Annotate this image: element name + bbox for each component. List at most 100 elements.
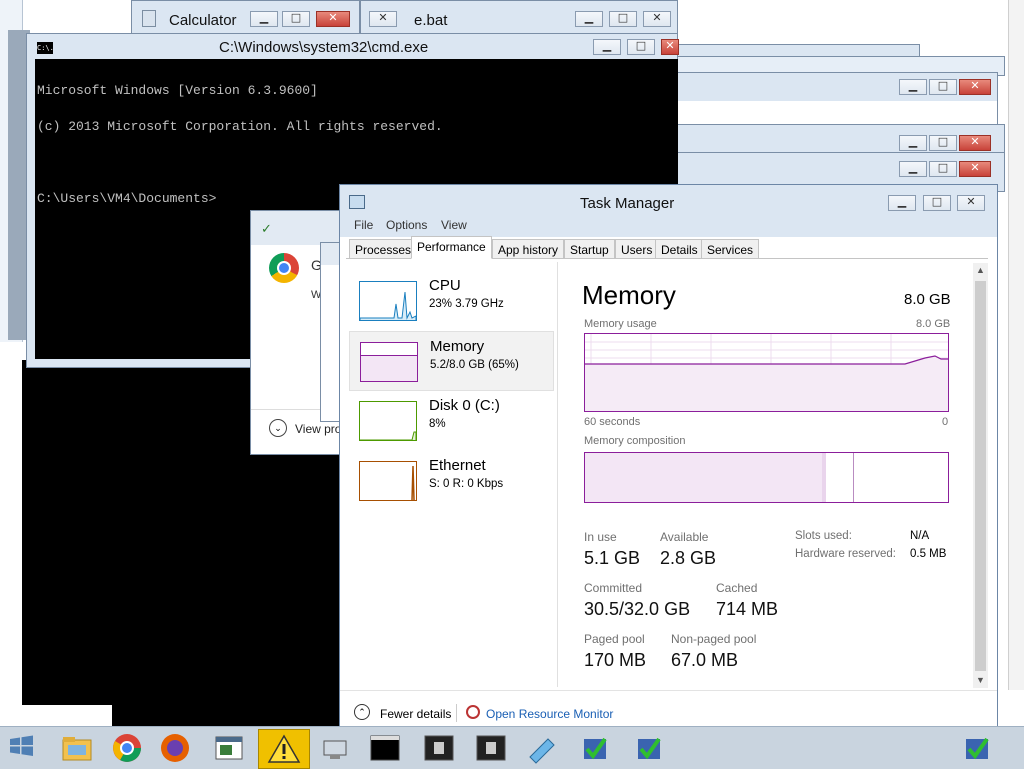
- tab-performance[interactable]: Performance: [411, 236, 492, 259]
- bat-icon: ✕: [369, 11, 397, 27]
- fewer-details-icon[interactable]: ⌃: [354, 704, 370, 720]
- stacked4-maximize-button[interactable]: □: [929, 135, 957, 151]
- app-window-icon[interactable]: [212, 731, 246, 765]
- calculator-window[interactable]: Calculator ▁ □ ✕: [131, 0, 360, 36]
- stacked-window-3[interactable]: ▁ □ ✕: [660, 72, 998, 128]
- cmd-window-icon: C:\.: [37, 42, 54, 54]
- resource-monitor-icon: [466, 705, 480, 719]
- tab-processes[interactable]: Processes: [349, 239, 418, 259]
- footer-separator: [456, 704, 457, 722]
- cmd-line-3: [37, 157, 443, 169]
- cmd-line-1: Microsoft Windows [Version 6.3.9600]: [37, 83, 318, 98]
- stacked5-close-button[interactable]: ✕: [959, 161, 991, 177]
- scroll-down-arrow[interactable]: ▼: [976, 675, 985, 685]
- composition-standby: [826, 453, 854, 502]
- taskbar: [0, 726, 1024, 769]
- cmd-close-button[interactable]: ✕: [661, 39, 679, 55]
- stacked4-minimize-button[interactable]: ▁: [899, 135, 927, 151]
- tab-app-history[interactable]: App history: [492, 239, 565, 259]
- sidebar-item-ethernet[interactable]: Ethernet S: 0 R: 0 Kbps: [349, 451, 554, 511]
- firefox-icon[interactable]: [158, 731, 192, 765]
- paged-pool-value: 170 MB: [584, 650, 647, 670]
- chrome-dialog-expand-icon[interactable]: ⌄: [269, 419, 287, 437]
- menu-file[interactable]: File: [354, 218, 373, 232]
- stacked-close-button[interactable]: ✕: [959, 79, 991, 95]
- memory-composition-bar: [584, 452, 949, 503]
- perf-scrollbar[interactable]: ▲ ▼: [973, 263, 988, 688]
- calculator-minimize-button[interactable]: ▁: [250, 11, 278, 27]
- bat-close-button[interactable]: ✕: [643, 11, 671, 27]
- graph-time-right: 0: [942, 416, 949, 428]
- checklist-icon-1[interactable]: [578, 731, 612, 765]
- in-use-value: 5.1 GB: [584, 548, 641, 568]
- fewer-details-link[interactable]: Fewer details: [380, 707, 451, 721]
- cmd-minimize-button[interactable]: ▁: [593, 39, 621, 55]
- start-icon[interactable]: [6, 731, 40, 765]
- checklist-icon-3[interactable]: [960, 731, 994, 765]
- app-icon-2[interactable]: [474, 731, 508, 765]
- slots-used-value: N/A: [910, 530, 930, 542]
- chrome-dialog-view-link[interactable]: View pro: [295, 422, 341, 436]
- ethernet-sub: S: 0 R: 0 Kbps: [429, 478, 504, 490]
- sidebar-item-cpu[interactable]: CPU 23% 3.79 GHz: [349, 271, 554, 331]
- ethernet-thumb-graph: [359, 461, 417, 501]
- tab-startup[interactable]: Startup: [564, 239, 615, 259]
- bat-maximize-button[interactable]: □: [609, 11, 637, 27]
- menu-view[interactable]: View: [441, 218, 467, 232]
- calculator-close-button[interactable]: ✕: [316, 11, 350, 27]
- stacked-minimize-button[interactable]: ▁: [899, 79, 927, 95]
- file-explorer-icon[interactable]: [60, 731, 94, 765]
- task-manager-maximize-button[interactable]: □: [923, 195, 951, 211]
- cmd-maximize-button[interactable]: □: [627, 39, 655, 55]
- sidebar-item-disk[interactable]: Disk 0 (C:) 8%: [349, 391, 554, 451]
- disk-label: Disk 0 (C:): [429, 397, 500, 414]
- memory-composition-label: Memory composition: [584, 435, 686, 447]
- composition-in-use: [585, 453, 823, 502]
- network-icon[interactable]: [318, 731, 352, 765]
- chrome-dialog-check-icon: ✓: [261, 221, 272, 236]
- scroll-thumb[interactable]: [975, 281, 986, 671]
- open-resource-monitor-link[interactable]: Open Resource Monitor: [486, 707, 613, 721]
- task-manager-minimize-button[interactable]: ▁: [888, 195, 916, 211]
- warning-icon[interactable]: [258, 729, 310, 769]
- tab-users[interactable]: Users: [615, 239, 659, 259]
- calculator-maximize-button[interactable]: □: [282, 11, 310, 27]
- memory-usage-graph: [584, 333, 949, 412]
- menu-options[interactable]: Options: [386, 218, 427, 232]
- tab-details[interactable]: Details: [655, 239, 704, 259]
- calculator-icon: [142, 10, 156, 27]
- chrome-icon[interactable]: [110, 731, 144, 765]
- desktop-right-strip: [1008, 0, 1024, 690]
- cmd-line-2: (c) 2013 Microsoft Corporation. All righ…: [37, 119, 443, 134]
- task-manager-icon: [349, 195, 365, 209]
- disk-thumb-graph: [359, 401, 417, 441]
- ethernet-label: Ethernet: [429, 457, 486, 474]
- task-manager-close-button[interactable]: ✕: [957, 195, 985, 211]
- cached-label: Cached: [716, 581, 758, 595]
- stacked4-close-button[interactable]: ✕: [959, 135, 991, 151]
- bat-window[interactable]: ✕ e.bat ▁ □ ✕: [360, 0, 678, 36]
- stacked5-maximize-button[interactable]: □: [929, 161, 957, 177]
- tab-services[interactable]: Services: [701, 239, 760, 259]
- stacked5-minimize-button[interactable]: ▁: [899, 161, 927, 177]
- bat-minimize-button[interactable]: ▁: [575, 11, 603, 27]
- sidebar-item-memory[interactable]: Memory 5.2/8.0 GB (65%): [349, 331, 554, 391]
- nonpaged-pool-value: 67.0 MB: [671, 650, 739, 670]
- cmd-icon[interactable]: [368, 731, 402, 765]
- memory-heading: Memory: [582, 280, 676, 310]
- hw-reserved-label: Hardware reserved:: [795, 548, 896, 560]
- nonpaged-pool-label: Non-paged pool: [671, 632, 757, 646]
- graph-time-left: 60 seconds: [584, 416, 641, 428]
- stacked-maximize-button[interactable]: □: [929, 79, 957, 95]
- memory-thumb-fill: [361, 355, 417, 381]
- app-icon-1[interactable]: [422, 731, 456, 765]
- slots-used-label: Slots used:: [795, 530, 852, 542]
- paint-icon[interactable]: [524, 731, 558, 765]
- memory-thumb-graph: [360, 342, 418, 382]
- committed-value: 30.5/32.0 GB: [584, 599, 691, 619]
- cpu-label: CPU: [429, 277, 461, 294]
- scroll-up-arrow[interactable]: ▲: [976, 265, 985, 275]
- checklist-icon-2[interactable]: [632, 731, 666, 765]
- memory-usage-label: Memory usage: [584, 318, 657, 330]
- paged-pool-label: Paged pool: [584, 632, 645, 646]
